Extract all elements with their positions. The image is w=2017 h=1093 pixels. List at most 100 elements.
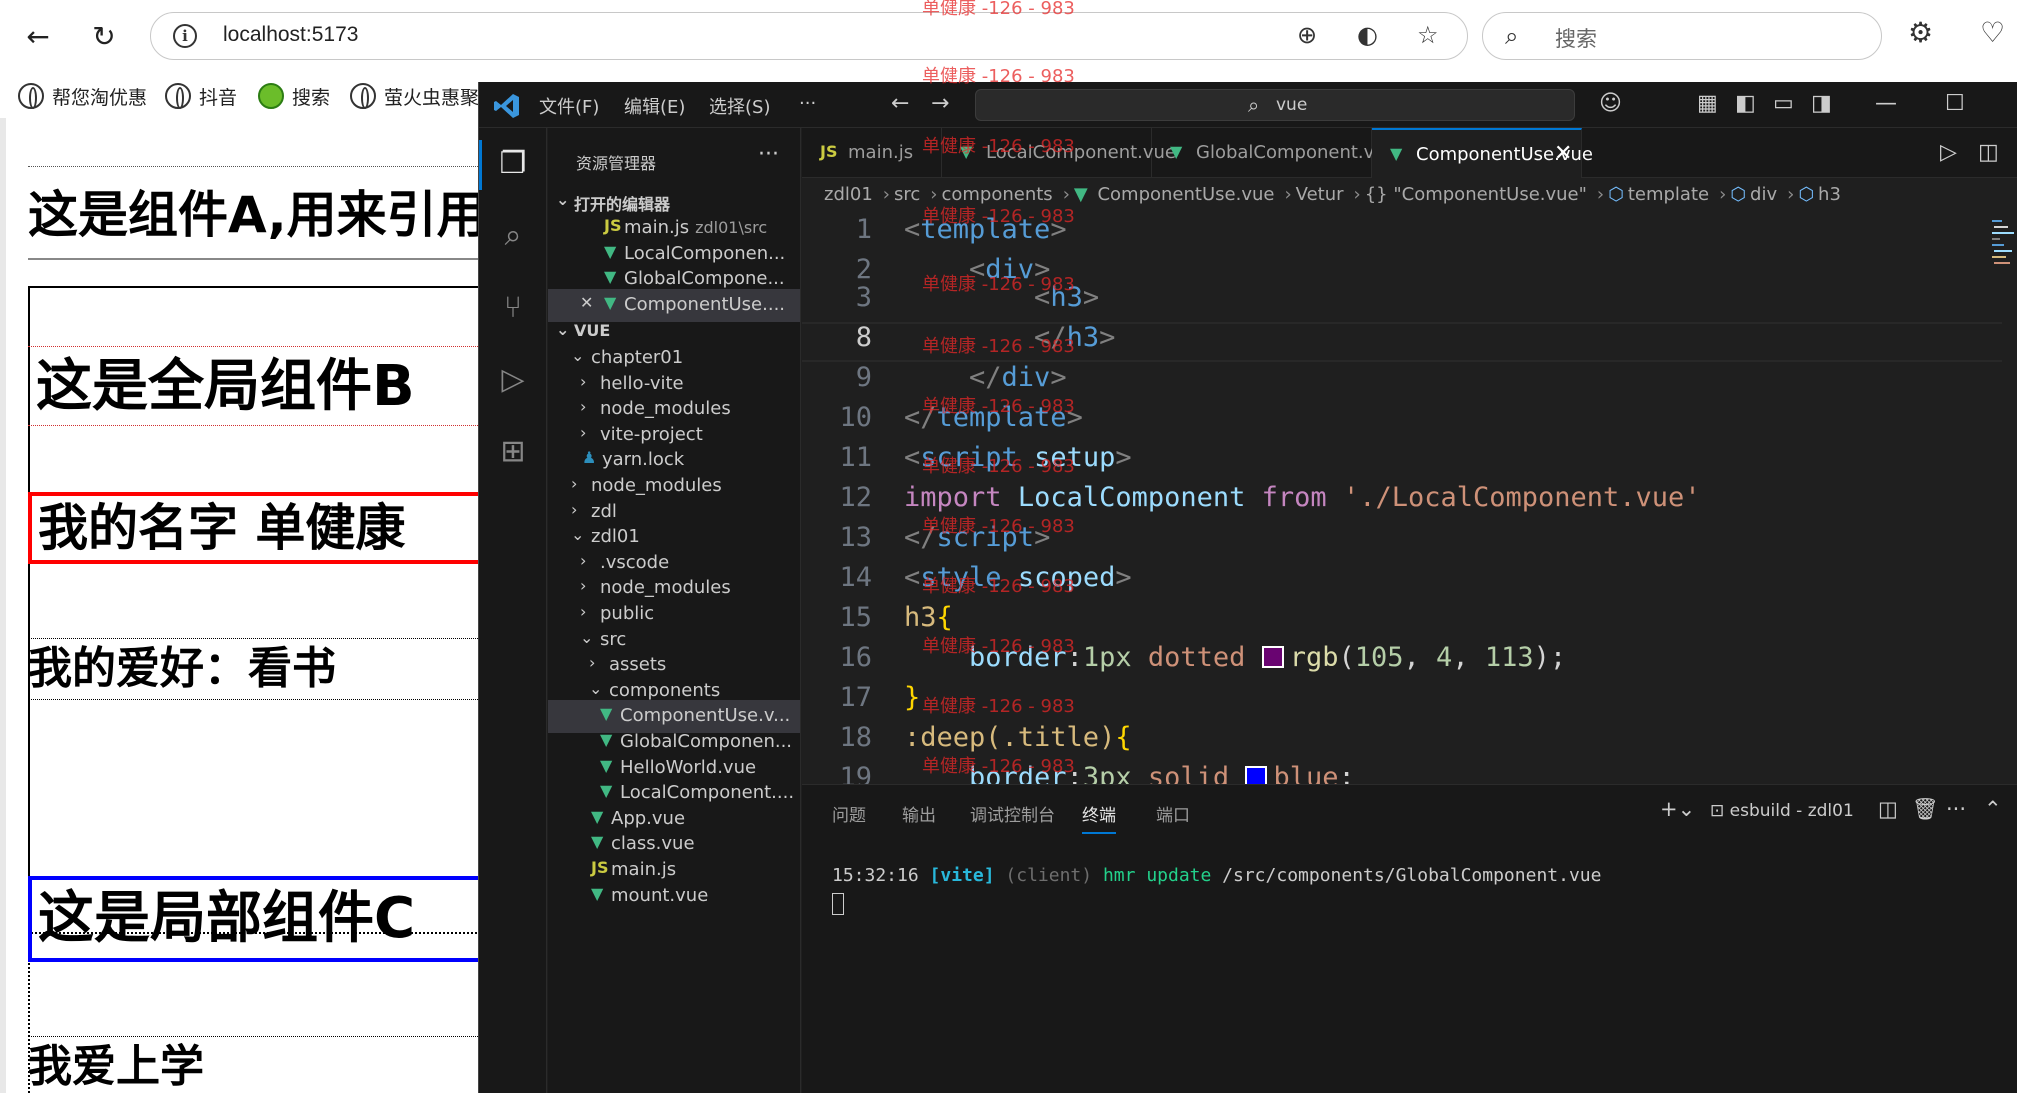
back-arrow-icon[interactable]: ← bbox=[18, 16, 58, 56]
menu-selection[interactable]: 选择(S) bbox=[709, 93, 770, 119]
breadcrumb-item[interactable]: src bbox=[894, 184, 920, 205]
search-icon: ⌕ bbox=[1248, 93, 1260, 117]
breadcrumb-item[interactable]: Vetur bbox=[1296, 184, 1344, 205]
explorer-icon[interactable]: ❐ bbox=[493, 144, 533, 184]
chevron-right-icon: › bbox=[580, 602, 587, 621]
split-terminal-icon[interactable]: ◫ bbox=[1878, 797, 1898, 821]
js-file-icon: JS bbox=[604, 216, 622, 235]
terminal-token: (client) bbox=[1005, 865, 1103, 886]
menu-more[interactable]: ··· bbox=[799, 93, 816, 114]
source-control-icon[interactable]: ⑂ bbox=[493, 288, 533, 328]
run-icon[interactable]: ▷ bbox=[1940, 140, 1957, 165]
component-b-heading: 这是全局组件B bbox=[28, 346, 478, 426]
watermark-text: 单健康 -126 - 983 bbox=[922, 336, 1075, 357]
minimize-icon[interactable]: — bbox=[1875, 91, 1897, 116]
breadcrumb-item[interactable]: h3 bbox=[1818, 184, 1841, 205]
nav-forward-icon[interactable]: → bbox=[931, 91, 949, 116]
chevron-right-icon: › bbox=[1787, 184, 1795, 205]
watermark-text: 单健康 -126 - 983 bbox=[922, 136, 1075, 157]
favorite-star-icon[interactable]: ☆ bbox=[1417, 21, 1439, 49]
chevron-right-icon: › bbox=[1596, 184, 1605, 205]
explorer-more-icon[interactable]: ··· bbox=[758, 142, 779, 167]
terminal-icon: ⊡ bbox=[1710, 801, 1730, 821]
editor-tab[interactable]: ▼ ComponentUse.vue ✕ bbox=[1372, 128, 1593, 178]
trash-icon[interactable]: 🗑 bbox=[1912, 797, 1939, 822]
bookmark-label: 萤火虫惠聚 bbox=[384, 86, 480, 109]
terminal-instance[interactable]: ⊡ esbuild - zdl01 bbox=[1710, 801, 1854, 821]
bookmark-item[interactable]: 搜索 bbox=[258, 80, 330, 112]
new-terminal-icon[interactable]: +⌄ bbox=[1660, 797, 1695, 821]
editor-tab[interactable]: ▼ GlobalComponent.vue bbox=[1152, 128, 1397, 178]
bookmark-item[interactable]: 帮您淘优惠 bbox=[18, 80, 147, 112]
chevron-right-icon: › bbox=[589, 653, 596, 673]
chevron-down-icon: ⌄ bbox=[556, 320, 570, 339]
tab-label: main.js bbox=[848, 142, 914, 163]
toggle-sidebar-icon[interactable]: ◧ bbox=[1735, 91, 1756, 116]
edge-icon[interactable]: ◐ bbox=[1357, 21, 1378, 49]
maximize-panel-icon[interactable]: ⌃ bbox=[1984, 797, 2002, 821]
terminal-output[interactable]: 15:32:16 [vite] (client) hmr update /src… bbox=[832, 865, 1601, 886]
maximize-icon[interactable]: ☐ bbox=[1945, 91, 1965, 116]
bookmark-item[interactable]: 抖音 bbox=[165, 80, 237, 112]
terminal-token: /src/components/GlobalComponent.vue bbox=[1222, 865, 1602, 886]
breadcrumb-item[interactable]: div bbox=[1750, 184, 1777, 205]
color-swatch-purple[interactable] bbox=[1261, 646, 1284, 668]
menu-edit[interactable]: 编辑(E) bbox=[624, 93, 685, 119]
search-icon[interactable]: ⌕ bbox=[493, 216, 533, 256]
terminal-token: hmr bbox=[1102, 865, 1147, 886]
breadcrumb-item[interactable]: template bbox=[1628, 184, 1709, 205]
zoom-icon[interactable]: ⊕ bbox=[1297, 21, 1317, 49]
file-label: LocalComponen... bbox=[624, 242, 786, 264]
line-number: 2 bbox=[855, 254, 872, 285]
line-number: 14 bbox=[839, 562, 872, 593]
js-file-icon: JS bbox=[820, 142, 838, 161]
extensions-icon[interactable]: ⊞ bbox=[493, 432, 533, 472]
panel-tab-ports[interactable]: 端口 bbox=[1156, 801, 1190, 826]
breadcrumb-item[interactable]: ComponentUse.vue bbox=[1097, 184, 1274, 205]
tree-item[interactable]: ▼ mount.vue bbox=[548, 880, 800, 913]
line-number: 13 bbox=[839, 522, 872, 553]
browser-page: 这是组件A,用来引用 这是全局组件B 我的名字 单健康 我的爱好：看书 这是局部… bbox=[0, 118, 478, 1093]
component-c-heading: 这是局部组件C bbox=[28, 876, 478, 962]
run-debug-icon[interactable]: ▷ bbox=[493, 360, 533, 400]
minimap[interactable] bbox=[1990, 218, 2016, 278]
panel-tab-output[interactable]: 输出 bbox=[902, 801, 936, 826]
collections-icon[interactable]: ♡ bbox=[1980, 16, 2005, 49]
panel-tab-debug-console[interactable]: 调试控制台 bbox=[970, 801, 1055, 826]
vue-file-icon: ▼ bbox=[604, 241, 617, 261]
info-icon[interactable]: i bbox=[173, 24, 197, 48]
bookmark-item[interactable]: 萤火虫惠聚 bbox=[350, 80, 479, 112]
js-file-icon: JS bbox=[591, 858, 609, 877]
bottom-panel: 问题 输出 调试控制台 终端 端口 +⌄ ⊡ esbuild - zdl01 ◫… bbox=[802, 784, 2017, 1093]
element-icon: ⬡ bbox=[1608, 184, 1624, 205]
toggle-secondary-sidebar-icon[interactable]: ◨ bbox=[1811, 91, 1832, 116]
file-path-hint: zdl01\src bbox=[695, 218, 768, 237]
panel-tab-terminal[interactable]: 终端 bbox=[1082, 801, 1116, 834]
chevron-right-icon: › bbox=[580, 371, 587, 391]
menu-file[interactable]: 文件(F) bbox=[539, 93, 599, 119]
split-editor-icon[interactable]: ◫ bbox=[1978, 140, 1999, 165]
copilot-icon[interactable]: ☺ bbox=[1599, 91, 1622, 116]
editor-tab[interactable]: JS main.js bbox=[802, 128, 942, 178]
nav-back-icon[interactable]: ← bbox=[891, 91, 909, 116]
line-number: 17 bbox=[839, 682, 872, 713]
line-number: 1 bbox=[855, 214, 872, 245]
line-number: 15 bbox=[839, 602, 872, 633]
toggle-panel-icon[interactable]: ▭ bbox=[1773, 91, 1794, 116]
panel-more-icon[interactable]: ··· bbox=[1946, 797, 1966, 821]
close-icon[interactable]: ✕ bbox=[1554, 141, 1572, 166]
breadcrumb-item[interactable]: zdl01 bbox=[824, 184, 873, 205]
refresh-icon[interactable]: ↻ bbox=[84, 16, 124, 56]
breadcrumb-item[interactable]: {} "ComponentUse.vue" bbox=[1365, 184, 1587, 205]
address-bar[interactable]: i localhost:5173 ⊕ ◐ ☆ bbox=[150, 12, 1468, 60]
command-center-search[interactable]: ⌕ vue bbox=[975, 89, 1575, 121]
file-label: class.vue bbox=[611, 833, 695, 855]
terminal-token: [vite] bbox=[929, 865, 1006, 886]
panel-tab-problems[interactable]: 问题 bbox=[832, 801, 866, 826]
layout-icon[interactable]: ▦ bbox=[1697, 91, 1718, 116]
browser-search-box[interactable]: ⌕ 搜索 bbox=[1482, 12, 1882, 60]
file-label: yarn.lock bbox=[602, 449, 685, 471]
folder-label: node_modules bbox=[600, 398, 731, 420]
extensions-icon[interactable]: ⚙ bbox=[1908, 16, 1933, 49]
address-url[interactable]: localhost:5173 bbox=[223, 23, 358, 47]
